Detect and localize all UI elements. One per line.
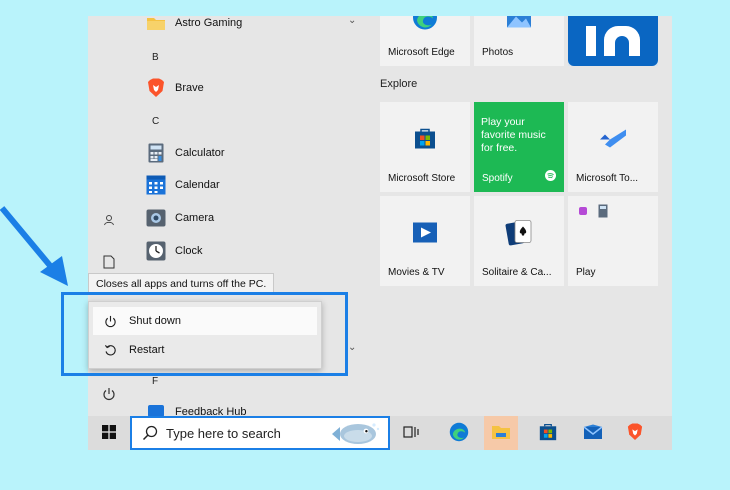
search-placeholder: Type here to search — [166, 425, 281, 441]
linkedin-mark-n-gap — [615, 36, 629, 56]
app-item-astro-gaming[interactable]: Astro Gaming — [146, 16, 242, 37]
search-highlight-fish-icon — [330, 421, 384, 450]
linkedin-mark-i — [586, 26, 596, 56]
movies-tv-icon — [412, 221, 438, 246]
folder-icon — [146, 16, 166, 33]
taskbar-store-button[interactable] — [531, 416, 565, 450]
tile-microsoft-todo[interactable]: Microsoft To... — [568, 102, 658, 192]
game-icon — [578, 206, 588, 219]
user-icon — [103, 214, 115, 229]
store-icon — [414, 127, 436, 152]
calendar-icon — [146, 175, 166, 195]
power-icon — [102, 387, 116, 404]
spotify-promo-text: Play your favorite music for free. — [481, 116, 546, 154]
brave-icon — [627, 423, 643, 444]
annotation-highlight-box — [61, 292, 348, 376]
app-item-calculator[interactable]: Calculator — [146, 139, 225, 167]
edge-icon — [449, 422, 469, 445]
calculator-icon — [146, 143, 166, 163]
photos-icon — [506, 16, 532, 32]
calculator-icon — [598, 204, 608, 221]
clock-icon — [146, 241, 166, 261]
windows-start-icon — [102, 424, 116, 442]
tile-play[interactable]: Play — [568, 196, 658, 286]
search-icon — [142, 425, 158, 441]
task-view-icon — [403, 425, 419, 442]
power-button[interactable] — [98, 384, 120, 406]
brave-icon — [146, 78, 166, 98]
start-button[interactable] — [92, 416, 126, 450]
tile-microsoft-edge[interactable]: Microsoft Edge — [380, 16, 470, 66]
mail-icon — [583, 424, 603, 443]
taskbar-search-box[interactable]: Type here to search — [130, 416, 390, 450]
tile-movies-tv[interactable]: Movies & TV — [380, 196, 470, 286]
user-account-button[interactable] — [98, 210, 120, 232]
app-item-camera[interactable]: Camera — [146, 204, 214, 232]
task-view-button[interactable] — [394, 416, 428, 450]
edge-icon — [412, 16, 438, 34]
annotation-arrow-icon — [0, 206, 68, 286]
app-item-clock[interactable]: Clock — [146, 237, 203, 265]
letter-header-b[interactable]: B — [152, 52, 159, 63]
tiles-section-explore: Explore — [380, 78, 418, 90]
todo-check-icon — [598, 127, 628, 152]
taskbar-edge-button[interactable] — [442, 416, 476, 450]
solitaire-icon — [504, 218, 534, 249]
tiles-area: Microsoft Edge Photos Explore Microsoft … — [372, 16, 672, 416]
tile-linkedin[interactable] — [568, 16, 658, 66]
store-icon — [539, 423, 557, 444]
app-item-calendar[interactable]: Calendar — [146, 171, 220, 199]
app-item-feedback-hub[interactable]: Feedback Hub — [146, 398, 247, 416]
tile-spotify[interactable]: Play your favorite music for free. Spoti… — [474, 102, 564, 192]
taskbar-file-explorer-button[interactable] — [484, 416, 518, 450]
chevron-down-icon[interactable]: ⌄ — [348, 16, 356, 26]
documents-button[interactable] — [98, 252, 120, 274]
taskbar-mail-button[interactable] — [576, 416, 610, 450]
file-explorer-icon — [491, 424, 511, 443]
tile-photos[interactable]: Photos — [474, 16, 564, 66]
letter-header-c[interactable]: C — [152, 116, 159, 127]
feedback-hub-icon — [146, 402, 166, 416]
app-item-brave[interactable]: Brave — [146, 74, 204, 102]
linkedin-icon — [568, 16, 658, 66]
letter-header-f[interactable]: F — [152, 376, 158, 387]
camera-icon — [146, 208, 166, 228]
taskbar: Type here to search — [88, 416, 672, 450]
tile-solitaire[interactable]: Solitaire & Ca... — [474, 196, 564, 286]
taskbar-brave-button[interactable] — [618, 416, 652, 450]
chevron-down-icon[interactable]: ⌄ — [348, 342, 356, 353]
spotify-icon — [545, 170, 556, 184]
tile-microsoft-store[interactable]: Microsoft Store — [380, 102, 470, 192]
document-icon — [103, 255, 115, 272]
